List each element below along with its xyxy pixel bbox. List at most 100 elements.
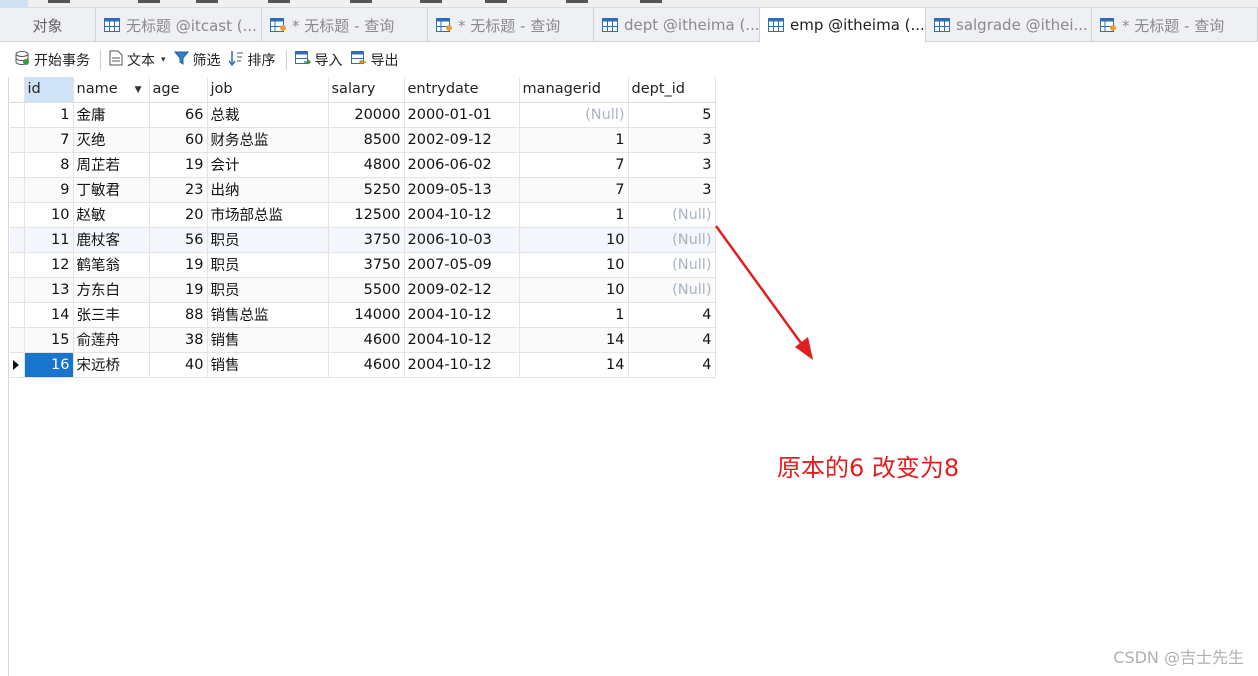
tab-dept-itheima[interactable]: dept @itheima (... — [594, 8, 760, 42]
row-indicator[interactable] — [10, 176, 25, 203]
cell-name[interactable]: 方东白 — [72, 276, 150, 303]
cell-managerid[interactable]: (Null) — [518, 101, 629, 128]
cell-dept-id[interactable]: 3 — [627, 176, 716, 203]
cell-age[interactable]: 40 — [148, 351, 208, 378]
cell-salary[interactable]: 20000 — [327, 101, 405, 128]
cell-salary[interactable]: 14000 — [327, 301, 405, 328]
cell-managerid[interactable]: 10 — [518, 226, 629, 253]
row-indicator[interactable] — [10, 201, 25, 228]
cell-entrydate[interactable]: 2009-05-13 — [403, 176, 520, 203]
cell-name[interactable]: 灭绝 — [72, 126, 150, 153]
sort-caret-icon[interactable]: ▼ — [135, 85, 142, 95]
cell-id[interactable]: 9 — [23, 176, 74, 203]
cell-id-selected[interactable]: 16 — [23, 351, 74, 378]
tab-query-1[interactable]: * 无标题 - 查询 — [262, 8, 428, 42]
cell-name[interactable]: 宋远桥 — [72, 351, 150, 378]
cell-entrydate[interactable]: 2006-10-03 — [403, 226, 520, 253]
row-indicator[interactable] — [10, 276, 25, 303]
tab-emp-itheima[interactable]: emp @itheima (... — [760, 8, 926, 42]
cell-age[interactable]: 66 — [148, 101, 208, 128]
cell-id[interactable]: 13 — [23, 276, 74, 303]
cell-dept-id[interactable]: 3 — [627, 151, 716, 178]
column-header-managerid[interactable]: managerid — [518, 77, 629, 103]
cell-age[interactable]: 19 — [148, 151, 208, 178]
begin-transaction-button[interactable]: 开始事务 — [14, 48, 90, 72]
cell-id[interactable]: 8 — [23, 151, 74, 178]
tab-objects[interactable]: 对象 — [0, 8, 96, 42]
export-button[interactable]: 导出 — [350, 48, 399, 72]
cell-id[interactable]: 15 — [23, 326, 74, 353]
cell-entrydate[interactable]: 2004-10-12 — [403, 326, 520, 353]
cell-job[interactable]: 出纳 — [206, 176, 329, 203]
cell-job[interactable]: 销售 — [206, 351, 329, 378]
cell-salary[interactable]: 4800 — [327, 151, 405, 178]
cell-id[interactable]: 7 — [23, 126, 74, 153]
cell-managerid[interactable]: 14 — [518, 326, 629, 353]
column-header-job[interactable]: job — [206, 77, 329, 103]
cell-id[interactable]: 10 — [23, 201, 74, 228]
cell-salary[interactable]: 4600 — [327, 326, 405, 353]
cell-managerid[interactable]: 7 — [518, 151, 629, 178]
table-row[interactable]: 1 金庸 66 总裁 20000 2000-01-01 (Null) 5 — [10, 101, 716, 128]
table-row[interactable]: 14 张三丰 88 销售总监 14000 2004-10-12 1 4 — [10, 301, 716, 328]
column-header-dept-id[interactable]: dept_id — [627, 77, 716, 103]
cell-name[interactable]: 鹤笔翁 — [72, 251, 150, 278]
table-row[interactable]: 7 灭绝 60 财务总监 8500 2002-09-12 1 3 — [10, 126, 716, 153]
cell-salary[interactable]: 12500 — [327, 201, 405, 228]
cell-entrydate[interactable]: 2004-10-12 — [403, 201, 520, 228]
row-indicator[interactable] — [10, 351, 25, 378]
row-indicator[interactable] — [10, 151, 25, 178]
cell-job[interactable]: 总裁 — [206, 101, 329, 128]
cell-dept-id[interactable]: (Null) — [627, 226, 716, 253]
cell-dept-id[interactable]: (Null) — [627, 201, 716, 228]
cell-managerid[interactable]: 1 — [518, 301, 629, 328]
cell-managerid[interactable]: 1 — [518, 126, 629, 153]
table-row[interactable]: 10 赵敏 20 市场部总监 12500 2004-10-12 1 (Null) — [10, 201, 716, 228]
cell-name[interactable]: 鹿杖客 — [72, 226, 150, 253]
cell-dept-id[interactable]: 5 — [627, 101, 716, 128]
cell-job[interactable]: 财务总监 — [206, 126, 329, 153]
column-header-age[interactable]: age — [148, 77, 208, 103]
cell-salary[interactable]: 3750 — [327, 251, 405, 278]
cell-dept-id[interactable]: (Null) — [627, 251, 716, 278]
tab-query-2[interactable]: * 无标题 - 查询 — [428, 8, 594, 42]
cell-dept-id[interactable]: 4 — [627, 326, 716, 353]
cell-name[interactable]: 丁敏君 — [72, 176, 150, 203]
cell-dept-id[interactable]: 4 — [627, 351, 716, 378]
row-indicator[interactable] — [10, 326, 25, 353]
column-header-id[interactable]: id — [23, 77, 74, 103]
cell-managerid[interactable]: 14 — [518, 351, 629, 378]
cell-managerid[interactable]: 7 — [518, 176, 629, 203]
cell-name[interactable]: 赵敏 — [72, 201, 150, 228]
cell-id[interactable]: 1 — [23, 101, 74, 128]
cell-job[interactable]: 职员 — [206, 226, 329, 253]
cell-id[interactable]: 12 — [23, 251, 74, 278]
cell-salary[interactable]: 5250 — [327, 176, 405, 203]
text-view-button[interactable]: 文本 ▾ — [109, 48, 166, 72]
cell-entrydate[interactable]: 2000-01-01 — [403, 101, 520, 128]
cell-managerid[interactable]: 10 — [518, 276, 629, 303]
cell-dept-id[interactable]: (Null) — [627, 276, 716, 303]
cell-entrydate[interactable]: 2004-10-12 — [403, 351, 520, 378]
tab-salgrade-itheima[interactable]: salgrade @ithei... — [926, 8, 1092, 42]
cell-entrydate[interactable]: 2007-05-09 — [403, 251, 520, 278]
table-row[interactable]: 13 方东白 19 职员 5500 2009-02-12 10 (Null) — [10, 276, 716, 303]
cell-job[interactable]: 市场部总监 — [206, 201, 329, 228]
row-indicator[interactable] — [10, 251, 25, 278]
filter-button[interactable]: 筛选 — [173, 48, 221, 72]
sort-button[interactable]: 排序 — [227, 48, 276, 72]
row-indicator[interactable] — [10, 226, 25, 253]
cell-id[interactable]: 11 — [23, 226, 74, 253]
cell-name[interactable]: 金庸 — [72, 101, 150, 128]
column-header-salary[interactable]: salary — [327, 77, 405, 103]
cell-managerid[interactable]: 1 — [518, 201, 629, 228]
table-row[interactable]: 11 鹿杖客 56 职员 3750 2006-10-03 10 (Null) — [10, 226, 716, 253]
column-header-name[interactable]: name ▼ — [72, 77, 150, 103]
cell-job[interactable]: 职员 — [206, 251, 329, 278]
table-row[interactable]: 9 丁敏君 23 出纳 5250 2009-05-13 7 3 — [10, 176, 716, 203]
row-indicator[interactable] — [10, 101, 25, 128]
table-row[interactable]: 8 周芷若 19 会计 4800 2006-06-02 7 3 — [10, 151, 716, 178]
cell-entrydate[interactable]: 2006-06-02 — [403, 151, 520, 178]
cell-age[interactable]: 38 — [148, 326, 208, 353]
cell-salary[interactable]: 5500 — [327, 276, 405, 303]
